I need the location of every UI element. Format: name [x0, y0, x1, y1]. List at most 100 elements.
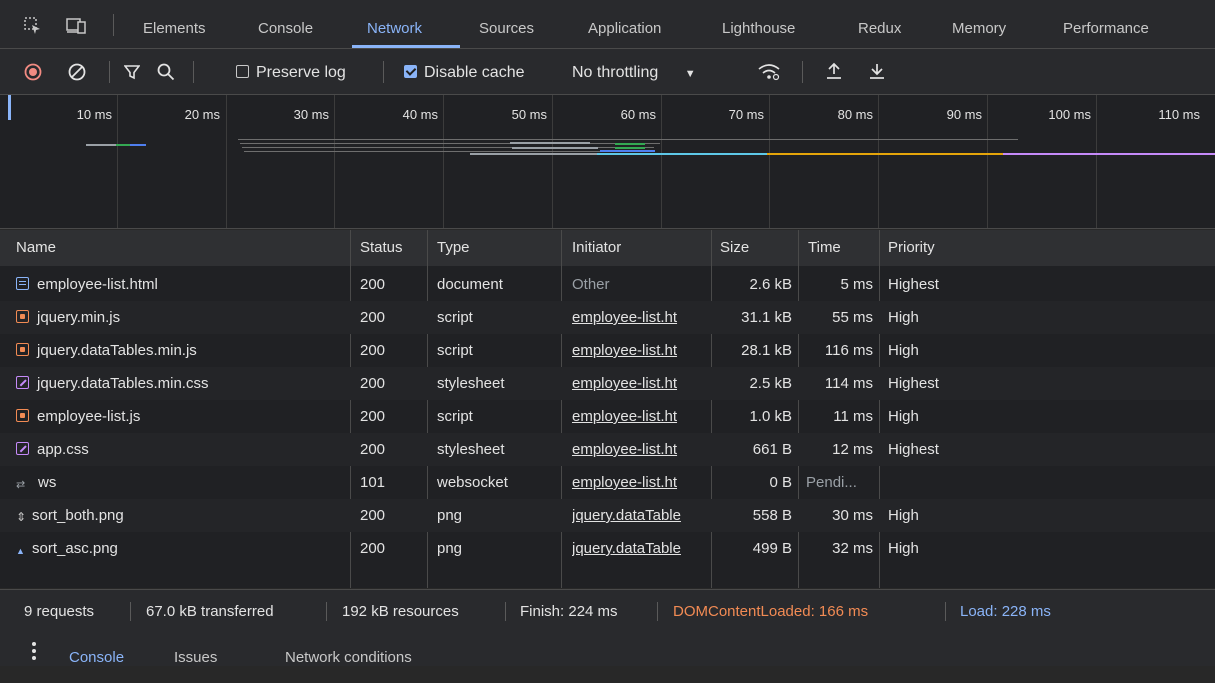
- request-name[interactable]: ⇕ sort_both.png: [16, 499, 346, 532]
- request-name[interactable]: jquery.dataTables.min.js: [16, 334, 346, 367]
- request-initiator[interactable]: employee-list.ht: [572, 433, 708, 466]
- image-icon: ⇕: [16, 510, 27, 524]
- request-time: 32 ms: [832, 540, 873, 557]
- table-row[interactable]: jquery.dataTables.min.js 200 script employe…: [0, 334, 1215, 367]
- request-size: 28.1 kB: [741, 342, 792, 359]
- tab-redux[interactable]: Redux: [858, 0, 901, 48]
- request-type: stylesheet: [437, 375, 505, 392]
- tab-sources[interactable]: Sources: [479, 0, 534, 48]
- request-initiator: Other: [572, 276, 610, 293]
- search-icon[interactable]: [157, 63, 175, 81]
- request-type: script: [437, 342, 473, 359]
- preserve-log-checkbox[interactable]: Preserve log: [236, 49, 346, 94]
- resources-size: 192 kB resources: [342, 603, 459, 620]
- column-header-type[interactable]: Type: [437, 230, 470, 266]
- request-size: 1.0 kB: [749, 408, 792, 425]
- table-row[interactable]: ⇄ ws 101 websocket employee-list.ht 0 B Pendi.…: [0, 466, 1215, 499]
- tick-label: 70 ms: [728, 107, 764, 122]
- request-size: 0 B: [769, 474, 792, 491]
- export-har-icon[interactable]: [869, 62, 885, 80]
- request-priority: High: [888, 342, 919, 359]
- record-icon[interactable]: [24, 63, 42, 81]
- import-har-icon[interactable]: [826, 62, 842, 80]
- throttling-value: No throttling: [572, 64, 659, 81]
- request-name-text: app.css: [37, 441, 89, 458]
- tick-label: 90 ms: [946, 107, 982, 122]
- stylesheet-icon: [16, 376, 29, 389]
- column-header-priority[interactable]: Priority: [888, 230, 935, 266]
- request-name[interactable]: employee-list.js: [16, 400, 346, 433]
- disable-cache-checkbox[interactable]: Disable cache: [404, 49, 525, 94]
- table-row[interactable]: ⇕ sort_both.png 200 png jquery.dataTable 558 …: [0, 499, 1215, 532]
- tab-elements[interactable]: Elements: [143, 0, 206, 48]
- column-header-initiator[interactable]: Initiator: [572, 230, 622, 266]
- tick-label: 20 ms: [184, 107, 220, 122]
- network-conditions-icon[interactable]: [757, 62, 781, 82]
- request-status: 200: [360, 342, 386, 359]
- tab-lighthouse[interactable]: Lighthouse: [722, 0, 795, 48]
- request-name[interactable]: jquery.dataTables.min.css: [16, 367, 346, 400]
- filter-icon[interactable]: [123, 64, 141, 80]
- inspect-element-icon[interactable]: [24, 17, 42, 35]
- tab-performance[interactable]: Performance: [1063, 0, 1149, 48]
- device-toolbar-icon[interactable]: [66, 17, 88, 35]
- tick-label: 80 ms: [837, 107, 873, 122]
- request-type: png: [437, 507, 463, 524]
- drawer-tab-network-conditions[interactable]: Network conditions: [285, 633, 412, 666]
- request-type: png: [437, 540, 463, 557]
- column-header-status[interactable]: Status: [360, 230, 403, 266]
- table-row[interactable]: employee-list.html 200 document Other 2.6 kB…: [0, 268, 1215, 301]
- tab-memory[interactable]: Memory: [952, 0, 1006, 48]
- waterfall-bar: [240, 143, 660, 144]
- table-row[interactable]: jquery.dataTables.min.css 200 stylesheet em…: [0, 367, 1215, 400]
- tick-label: 60 ms: [620, 107, 656, 122]
- table-row[interactable]: ▲ sort_asc.png 200 png jquery.dataTable 499 B…: [0, 532, 1215, 565]
- request-size: 31.1 kB: [741, 309, 792, 326]
- waterfall-bar: [86, 144, 116, 146]
- tab-console[interactable]: Console: [258, 0, 313, 48]
- preserve-log-label: Preserve log: [256, 64, 346, 81]
- column-header-name[interactable]: Name: [16, 230, 57, 266]
- drawer-tab-bar: Console Issues Network conditions: [0, 633, 1215, 666]
- table-row[interactable]: employee-list.js 200 script employee-list.h…: [0, 400, 1215, 433]
- request-type: document: [437, 276, 503, 293]
- column-header-size[interactable]: Size: [720, 230, 750, 266]
- request-initiator[interactable]: employee-list.ht: [572, 367, 708, 400]
- checkbox-checked-icon: [404, 65, 417, 78]
- request-name[interactable]: ⇄ ws: [16, 466, 346, 499]
- more-options-icon[interactable]: [31, 641, 37, 661]
- request-status: 200: [360, 408, 386, 425]
- request-priority: High: [888, 507, 919, 524]
- request-initiator[interactable]: employee-list.ht: [572, 466, 708, 499]
- waterfall-bar: [512, 147, 598, 149]
- overview-selection-handle[interactable]: [8, 95, 11, 120]
- table-row[interactable]: jquery.min.js 200 script employee-list.ht 31…: [0, 301, 1215, 334]
- tab-network[interactable]: Network: [367, 0, 422, 48]
- request-size: 2.5 kB: [749, 375, 792, 392]
- request-time: 116 ms: [824, 342, 873, 359]
- request-initiator[interactable]: jquery.dataTable: [572, 532, 708, 565]
- request-initiator[interactable]: employee-list.ht: [572, 400, 708, 433]
- table-row[interactable]: app.css 200 stylesheet employee-list.ht 661 …: [0, 433, 1215, 466]
- throttling-select[interactable]: No throttling ▼: [572, 49, 696, 94]
- request-initiator[interactable]: employee-list.ht: [572, 301, 708, 334]
- drawer-tab-console[interactable]: Console: [69, 633, 124, 666]
- network-overview-timeline[interactable]: 10 ms 20 ms 30 ms 40 ms 50 ms 60 ms 70 m…: [0, 95, 1215, 229]
- waterfall-bar: [116, 144, 130, 146]
- request-initiator[interactable]: employee-list.ht: [572, 334, 708, 367]
- request-status: 101: [360, 474, 386, 491]
- request-priority: Highest: [888, 441, 939, 458]
- request-name[interactable]: employee-list.html: [16, 268, 346, 301]
- request-name-text: employee-list.html: [37, 276, 158, 293]
- request-name[interactable]: ▲ sort_asc.png: [16, 532, 346, 565]
- waterfall-bar: [600, 150, 655, 152]
- drawer-tab-issues[interactable]: Issues: [174, 633, 217, 666]
- tab-application[interactable]: Application: [588, 0, 661, 48]
- request-name[interactable]: app.css: [16, 433, 346, 466]
- request-initiator[interactable]: jquery.dataTable: [572, 499, 708, 532]
- request-name-text: ws: [38, 474, 57, 491]
- request-name[interactable]: jquery.min.js: [16, 301, 346, 334]
- column-header-time[interactable]: Time: [808, 230, 841, 266]
- stylesheet-icon: [16, 442, 29, 455]
- clear-icon[interactable]: [68, 63, 86, 81]
